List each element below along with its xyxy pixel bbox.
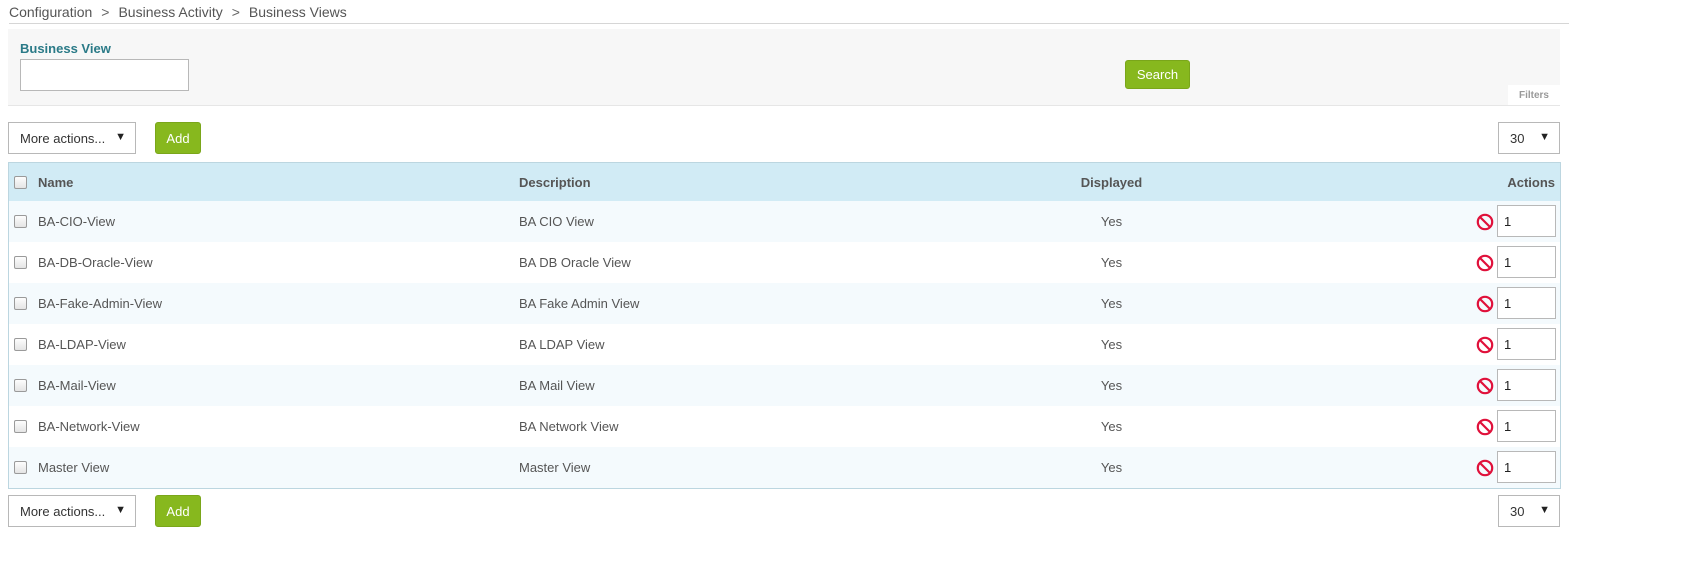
- row-select-cell: [14, 406, 28, 447]
- forbidden-icon[interactable]: [1476, 336, 1494, 354]
- row-name[interactable]: Master View: [38, 447, 109, 488]
- caret-down-icon: ▼: [1539, 131, 1550, 143]
- table-row: BA-CIO-View BA CIO View Yes: [9, 201, 1560, 242]
- row-name[interactable]: BA-Network-View: [38, 406, 140, 447]
- row-checkbox[interactable]: [14, 379, 27, 392]
- column-header-actions: Actions: [1507, 174, 1555, 190]
- row-description: BA Fake Admin View: [519, 296, 640, 311]
- row-order-input[interactable]: [1497, 287, 1556, 319]
- breadcrumb-item-configuration[interactable]: Configuration: [9, 4, 92, 20]
- select-all-checkbox[interactable]: [14, 175, 27, 189]
- row-select-cell: [14, 283, 28, 324]
- row-order-input[interactable]: [1497, 328, 1556, 360]
- breadcrumb-item-business-activity[interactable]: Business Activity: [118, 4, 222, 20]
- table-row: BA-Network-View BA Network View Yes: [9, 406, 1560, 447]
- add-button-bottom[interactable]: Add: [155, 495, 201, 527]
- forbidden-icon[interactable]: [1476, 459, 1494, 477]
- page-size-select-bottom[interactable]: 30 ▼: [1498, 495, 1560, 527]
- forbidden-icon[interactable]: [1476, 418, 1494, 436]
- caret-down-icon: ▼: [115, 131, 126, 143]
- row-order-input[interactable]: [1497, 451, 1556, 483]
- row-displayed: Yes: [1100, 296, 1123, 311]
- select-all-cell: [14, 163, 28, 201]
- add-button-top[interactable]: Add: [155, 122, 201, 154]
- row-displayed: Yes: [1100, 214, 1123, 229]
- breadcrumb-item-business-views: Business Views: [248, 4, 347, 20]
- row-order-input[interactable]: [1497, 410, 1556, 442]
- row-description: BA Network View: [519, 419, 619, 434]
- more-actions-select-bottom[interactable]: More actions... ▼: [8, 495, 136, 527]
- column-header-name[interactable]: Name: [38, 163, 73, 201]
- business-views-table: Name Description Displayed Actions BA-CI…: [8, 162, 1561, 489]
- more-actions-select-top[interactable]: More actions... ▼: [8, 122, 136, 154]
- row-name[interactable]: BA-Fake-Admin-View: [38, 283, 162, 324]
- row-displayed: Yes: [1100, 419, 1123, 434]
- business-view-label: Business View: [20, 41, 111, 56]
- row-description: BA DB Oracle View: [519, 255, 631, 270]
- table-row: BA-Mail-View BA Mail View Yes: [9, 365, 1560, 406]
- business-view-input[interactable]: [20, 59, 189, 91]
- page-size-value: 30: [1510, 130, 1525, 146]
- row-name[interactable]: BA-DB-Oracle-View: [38, 242, 153, 283]
- row-select-cell: [14, 201, 28, 242]
- forbidden-icon[interactable]: [1476, 213, 1494, 231]
- row-displayed: Yes: [1100, 378, 1123, 393]
- caret-down-icon: ▼: [1539, 504, 1550, 516]
- row-checkbox[interactable]: [14, 338, 27, 351]
- row-order-input[interactable]: [1497, 369, 1556, 401]
- row-order-input[interactable]: [1497, 205, 1556, 237]
- table-row: BA-Fake-Admin-View BA Fake Admin View Yes: [9, 283, 1560, 324]
- row-checkbox[interactable]: [14, 297, 27, 310]
- row-name[interactable]: BA-LDAP-View: [38, 324, 126, 365]
- row-description: BA Mail View: [519, 378, 595, 393]
- more-actions-label: More actions...: [20, 503, 106, 519]
- row-description: BA LDAP View: [519, 337, 605, 352]
- row-select-cell: [14, 447, 28, 488]
- column-header-description[interactable]: Description: [519, 163, 591, 201]
- forbidden-icon[interactable]: [1476, 254, 1494, 272]
- row-displayed: Yes: [1100, 337, 1123, 352]
- forbidden-icon[interactable]: [1476, 295, 1494, 313]
- caret-down-icon: ▼: [115, 504, 126, 516]
- row-name[interactable]: BA-Mail-View: [38, 365, 116, 406]
- row-select-cell: [14, 324, 28, 365]
- filters-panel: Business View Search Filters: [8, 29, 1560, 106]
- row-checkbox[interactable]: [14, 256, 27, 269]
- row-checkbox[interactable]: [14, 420, 27, 433]
- search-button[interactable]: Search: [1125, 60, 1190, 89]
- page-size-select-top[interactable]: 30 ▼: [1498, 122, 1560, 154]
- row-select-cell: [14, 242, 28, 283]
- table-row: BA-LDAP-View BA LDAP View Yes: [9, 324, 1560, 365]
- breadcrumb-separator: >: [231, 4, 240, 20]
- row-select-cell: [14, 365, 28, 406]
- page-size-value: 30: [1510, 503, 1525, 519]
- row-checkbox[interactable]: [14, 215, 27, 228]
- row-name[interactable]: BA-CIO-View: [38, 201, 115, 242]
- filters-toggle-tab[interactable]: Filters: [1508, 85, 1560, 105]
- table-row: BA-DB-Oracle-View BA DB Oracle View Yes: [9, 242, 1560, 283]
- row-description: Master View: [519, 460, 591, 475]
- column-header-displayed[interactable]: Displayed: [1069, 163, 1154, 201]
- breadcrumb-separator: >: [101, 4, 110, 20]
- row-order-input[interactable]: [1497, 246, 1556, 278]
- more-actions-label: More actions...: [20, 130, 106, 146]
- table-row: Master View Master View Yes: [9, 447, 1560, 488]
- row-displayed: Yes: [1100, 255, 1123, 270]
- row-checkbox[interactable]: [14, 461, 27, 474]
- row-description: BA CIO View: [519, 214, 594, 229]
- row-displayed: Yes: [1100, 460, 1123, 475]
- forbidden-icon[interactable]: [1476, 377, 1494, 395]
- breadcrumb: Configuration > Business Activity > Business…: [9, 4, 1569, 24]
- table-header: Name Description Displayed Actions: [9, 163, 1560, 201]
